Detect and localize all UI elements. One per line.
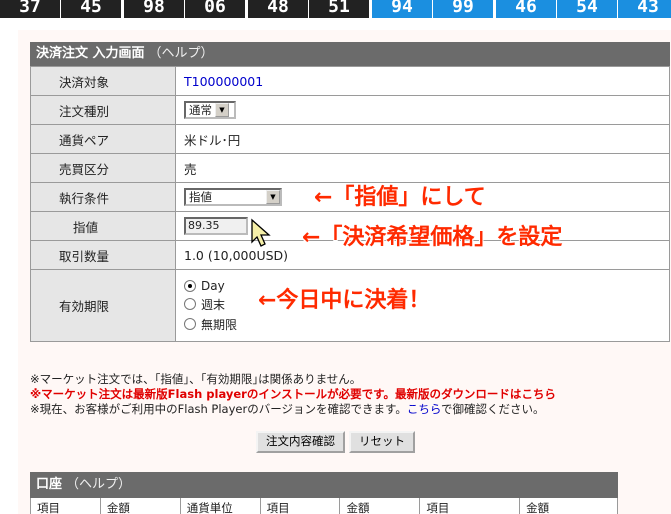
radio-unchecked-icon[interactable] <box>184 298 196 310</box>
chevron-down-icon[interactable]: ▼ <box>266 190 280 204</box>
note-version-text-end: で御確認ください。 <box>441 402 545 416</box>
ticker-digit: 99 <box>433 0 493 18</box>
annotation-today: ←今日中に決着！ <box>258 288 431 313</box>
ticker-digit: 54 <box>557 0 617 18</box>
ticker-digit: 06 <box>185 0 245 18</box>
flash-download-link[interactable]: こちら <box>521 387 556 401</box>
ticker-digit: 48 <box>248 0 308 18</box>
exec-condition-select[interactable]: 指値 ▼ <box>184 188 282 206</box>
annotation-limit-order: ←「指値」にして <box>314 185 486 210</box>
order-type-selected: 通常 <box>189 103 212 117</box>
qty-label: 取引数量 <box>30 240 176 270</box>
ticker-digit: 94 <box>372 0 432 18</box>
expiry-label: 有効期限 <box>30 269 176 342</box>
pair-value: 米ドル･円 <box>175 124 670 154</box>
ticker-digit: 46 <box>496 0 556 18</box>
side-value: 売 <box>175 153 670 183</box>
ticker-digit: 51 <box>309 0 369 18</box>
main-area: 決済注文 入力画面 （ヘルプ） 決済対象 T100000001 注文種別 通常 ▼… <box>18 30 671 514</box>
ticker-blue-group: 46 54 43 <box>496 0 671 22</box>
ticker-dark-group: 37 45 <box>0 0 121 22</box>
row-target: 決済対象 T100000001 <box>30 66 670 96</box>
account-header: 口座 （ヘルプ） <box>30 472 618 498</box>
column-header: 金額 <box>520 498 618 514</box>
expiry-option-label: 週末 <box>201 297 226 312</box>
version-check-link[interactable]: こちら <box>407 402 441 416</box>
chevron-down-icon[interactable]: ▼ <box>215 103 229 117</box>
target-value: T100000001 <box>175 66 670 96</box>
mouse-cursor-icon <box>251 218 271 247</box>
column-header: 項目 <box>420 498 521 514</box>
ticker-dark-group: 48 51 <box>248 0 369 22</box>
expiry-option-unlimited[interactable]: 無期限 <box>184 316 669 333</box>
row-side: 売買区分 売 <box>30 153 670 183</box>
limit-label: 指値 <box>30 211 176 241</box>
account-panel: 口座 （ヘルプ） 項目 金額 通貨単位 項目 金額 項目 金額 <box>30 472 618 514</box>
annotation-set-price: ←「決済希望価格」を設定 <box>302 225 563 250</box>
expiry-option-label: Day <box>201 278 225 293</box>
side-label: 売買区分 <box>30 153 176 183</box>
note-line-1: ※マーケット注文では、｢指値｣、｢有効期限｣は関係ありません。 <box>30 372 362 386</box>
account-help-link[interactable]: （ヘルプ） <box>66 477 131 492</box>
ticker-digit: 43 <box>618 0 671 18</box>
column-header: 通貨単位 <box>181 498 261 514</box>
help-link[interactable]: （ヘルプ） <box>149 46 214 61</box>
price-ticker: 37 45 98 06 48 51 94 99 46 54 43 <box>0 0 671 22</box>
note-line-3: ※現在、お客様がご利用中のFlash Playerのバージョンを確認できます。こ… <box>30 402 670 417</box>
note-version-text: ※現在、お客様がご利用中のFlash Playerのバージョンを確認できます。 <box>30 402 407 416</box>
limit-price-input[interactable]: 89.35 <box>184 217 248 235</box>
radio-unchecked-icon[interactable] <box>184 318 196 330</box>
form-buttons: 注文内容確認 リセット <box>256 431 415 453</box>
ticker-digit: 98 <box>124 0 184 18</box>
order-type-cell: 通常 ▼ <box>175 95 670 125</box>
account-title: 口座 <box>36 477 63 492</box>
notes: ※マーケット注文では、｢指値｣、｢有効期限｣は関係ありません。 ※マーケット注文… <box>30 372 670 417</box>
ticker-digit: 45 <box>61 0 121 18</box>
column-header: 項目 <box>261 498 341 514</box>
target-label: 決済対象 <box>30 66 176 96</box>
page-title: 決済注文 入力画面 <box>36 46 145 61</box>
row-order-type: 注文種別 通常 ▼ <box>30 95 670 125</box>
ticker-blue-group: 94 99 <box>372 0 493 22</box>
note-line-2: ※マーケット注文は最新版Flash playerのインストールが必要です。最新版… <box>30 387 670 402</box>
note-flash-warning: ※マーケット注文は最新版Flash playerのインストールが必要です。最新版… <box>30 387 522 401</box>
order-type-select[interactable]: 通常 ▼ <box>184 101 236 119</box>
exec-selected: 指値 <box>189 190 212 204</box>
confirm-order-button[interactable]: 注文内容確認 <box>256 431 345 453</box>
account-column-headers: 項目 金額 通貨単位 項目 金額 項目 金額 <box>30 498 618 514</box>
column-header: 金額 <box>101 498 181 514</box>
ticker-digit: 37 <box>0 0 60 18</box>
reset-button[interactable]: リセット <box>349 431 415 453</box>
column-header: 項目 <box>31 498 101 514</box>
row-pair: 通貨ペア 米ドル･円 <box>30 124 670 154</box>
ticker-dark-group: 98 06 <box>124 0 245 22</box>
expiry-option-label: 無期限 <box>201 317 238 332</box>
column-header: 金額 <box>340 498 421 514</box>
radio-checked-icon[interactable] <box>184 279 196 292</box>
pair-label: 通貨ペア <box>30 124 176 154</box>
exec-label: 執行条件 <box>30 182 176 212</box>
order-form-header: 決済注文 入力画面 （ヘルプ） <box>30 42 670 66</box>
order-type-label: 注文種別 <box>30 95 176 125</box>
